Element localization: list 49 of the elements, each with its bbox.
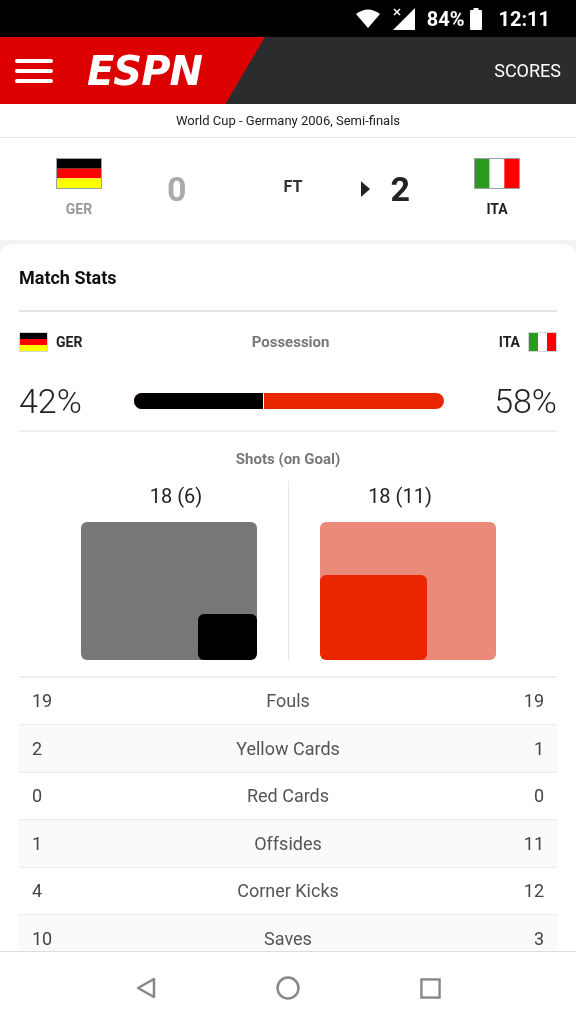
team-code: ITA (498, 332, 520, 352)
germany-flag-icon (56, 158, 102, 189)
home-stat: 1 (32, 831, 44, 856)
clock: 12:11 (498, 5, 550, 33)
stat-label: Corner Kicks (236, 879, 340, 904)
signal-icon (392, 7, 415, 30)
possession-value: 42% (19, 379, 83, 423)
team-code: GER (56, 332, 83, 352)
wifi-icon (354, 8, 381, 29)
card-title: Match Stats (19, 244, 557, 312)
italy-flag-icon (528, 332, 557, 352)
stat-label: Offsides (253, 831, 323, 856)
competition-title: World Cup - Germany 2006, Semi-finals (0, 104, 576, 138)
match-status: FT (283, 176, 303, 198)
away-stat: 3 (532, 926, 544, 951)
shots-value: 18 (11) (368, 482, 433, 510)
team-code: ITA (486, 200, 508, 219)
germany-flag-icon (19, 332, 48, 352)
away-score: 2 (390, 167, 410, 211)
stat-label: Saves (263, 926, 313, 951)
stat-label: Shots (on Goal) (234, 449, 342, 470)
away-stat: 0 (532, 784, 544, 809)
shots-value: 18 (6) (148, 482, 203, 510)
italy-flag-icon (474, 158, 520, 189)
away-stat: 11 (522, 831, 544, 856)
possession-value: 58% (494, 379, 557, 423)
recents-icon[interactable] (419, 977, 441, 999)
home-stat: 10 (32, 926, 54, 951)
back-icon[interactable] (135, 977, 156, 999)
team-code: GER (65, 200, 93, 219)
stat-label: Yellow Cards (235, 736, 341, 761)
stat-label: Red Cards (245, 784, 331, 809)
home-stat: 0 (32, 784, 44, 809)
away-stat: 1 (532, 736, 544, 761)
scores-link[interactable]: SCORES (494, 57, 561, 84)
battery-percent: 84% (426, 5, 465, 33)
home-icon[interactable] (275, 976, 300, 1000)
espn-logo[interactable]: ESPN (87, 50, 202, 91)
home-stat: 2 (32, 736, 44, 761)
away-stat: 19 (522, 689, 544, 714)
home-stat: 19 (32, 689, 54, 714)
home-stat: 4 (32, 879, 44, 904)
away-stat: 12 (522, 879, 544, 904)
stat-label: Fouls (265, 689, 311, 714)
home-score: 0 (167, 167, 187, 211)
battery-icon (470, 7, 483, 30)
stat-label: Possession (251, 331, 330, 353)
winner-arrow-icon (361, 181, 371, 197)
menu-icon[interactable] (15, 56, 53, 85)
